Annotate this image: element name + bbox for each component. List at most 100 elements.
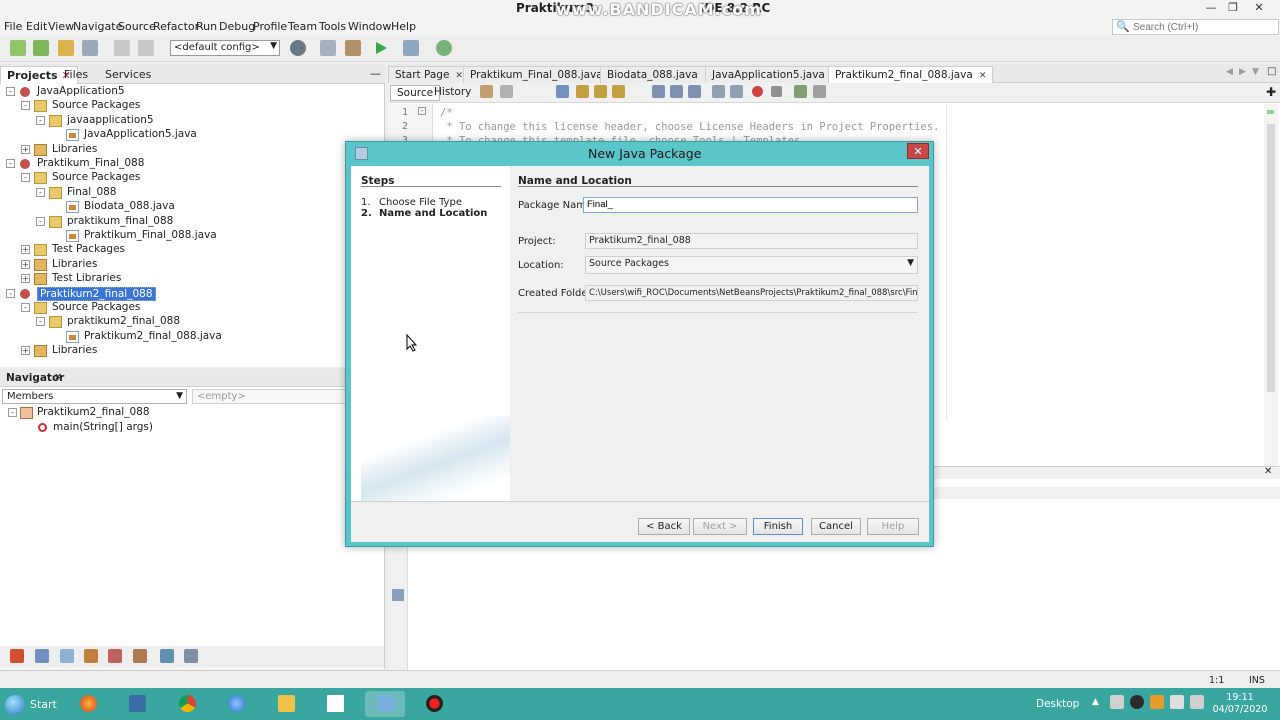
stop-macro-icon[interactable] [771, 86, 782, 97]
menu-profile[interactable]: Profile [253, 20, 287, 33]
menu-debug[interactable]: Debug [219, 20, 255, 33]
inherited-icon[interactable] [108, 649, 122, 663]
fields-icon[interactable] [35, 649, 49, 663]
chromium-taskbar-button[interactable] [216, 691, 256, 717]
tab-biodata[interactable]: Biodata_088.java✕ [600, 66, 719, 83]
last-edit-icon[interactable] [480, 85, 493, 98]
config-select[interactable]: <default config> ▼ [170, 40, 280, 56]
tray-arrow-icon[interactable]: ▲ [1092, 697, 1099, 707]
system-clock[interactable]: 19:11 04/07/2020 [1210, 692, 1270, 716]
firefox-taskbar-button[interactable] [68, 691, 108, 717]
collapse-icon[interactable]: - [21, 173, 30, 183]
editor-scrollbar[interactable] [1264, 104, 1278, 466]
scrollbar-thumb[interactable] [1267, 124, 1275, 392]
expand-icon[interactable]: + [21, 245, 30, 255]
collapse-icon[interactable]: - [6, 87, 15, 96]
uncomment-icon[interactable] [813, 85, 826, 98]
tab-javaapplication5[interactable]: JavaApplication5.java✕ [705, 66, 846, 83]
search-box[interactable]: 🔍 [1112, 19, 1279, 35]
collapse-icon[interactable]: - [6, 159, 15, 168]
profile-icon[interactable] [436, 40, 452, 56]
menu-source[interactable]: Source [118, 20, 156, 33]
undo-icon[interactable] [114, 40, 130, 56]
redo-icon[interactable] [138, 40, 154, 56]
scroll-tabs-right-icon[interactable]: ▶ [1239, 67, 1246, 77]
maximize-icon[interactable]: ❐ [1222, 1, 1244, 15]
code-line-1[interactable]: /* [440, 107, 453, 119]
menu-window[interactable]: Window [348, 20, 391, 33]
open-project-icon[interactable] [58, 40, 74, 56]
app2-taskbar-button[interactable] [117, 691, 157, 717]
expand-icon[interactable]: + [21, 259, 30, 269]
volume-icon[interactable] [1190, 695, 1204, 709]
filter-icon[interactable] [10, 649, 24, 663]
split-editor-icon[interactable]: ✚ [1266, 85, 1276, 99]
tray-icon-app[interactable] [1130, 695, 1144, 709]
build-icon[interactable] [320, 40, 336, 56]
sort-source-icon[interactable] [184, 649, 198, 663]
history-button[interactable]: History [428, 85, 477, 101]
package-name-field[interactable] [583, 197, 918, 213]
tab-files[interactable]: Files [58, 66, 94, 84]
cancel-button[interactable]: Cancel [811, 518, 861, 535]
package-name-input[interactable] [587, 199, 914, 210]
debug-icon[interactable] [403, 40, 419, 56]
collapse-icon[interactable]: - [36, 115, 45, 125]
menu-view[interactable]: View [48, 20, 74, 33]
previous-bookmark-icon[interactable] [652, 85, 665, 98]
find-previous-icon[interactable] [576, 85, 589, 98]
chrome-taskbar-button[interactable] [167, 691, 207, 717]
explorer-taskbar-button[interactable] [266, 691, 306, 717]
shift-left-icon[interactable] [712, 85, 725, 98]
collapse-icon[interactable]: - [36, 216, 45, 226]
sort-name-icon[interactable] [160, 649, 174, 663]
next-button[interactable]: Next > [693, 518, 747, 535]
code-line-2[interactable]: * To change this license header, choose … [440, 121, 939, 133]
toggle-bookmark-icon[interactable] [688, 85, 701, 98]
expand-icon[interactable]: + [21, 274, 30, 284]
back-button[interactable]: < Back [638, 518, 690, 535]
lock-icon[interactable] [84, 649, 98, 663]
menu-team[interactable]: Team [288, 20, 317, 33]
toggle-highlight-icon[interactable] [612, 85, 625, 98]
static-icon[interactable] [60, 649, 74, 663]
clean-build-icon[interactable] [345, 40, 361, 56]
help-button[interactable]: Help [867, 518, 919, 535]
scroll-tabs-left-icon[interactable]: ◀ [1226, 67, 1233, 77]
collapse-icon[interactable]: - [21, 101, 30, 111]
tab-services[interactable]: Services [99, 66, 157, 84]
menu-tools[interactable]: Tools [319, 20, 346, 33]
fold-icon[interactable]: - [418, 107, 426, 115]
network-icon[interactable] [1170, 695, 1184, 709]
collapse-icon[interactable]: - [6, 288, 15, 298]
minimize-icon[interactable]: — [1200, 1, 1222, 15]
tab-praktikum2-final[interactable]: Praktikum2_final_088.java ✕ [828, 66, 994, 83]
find-icon[interactable] [556, 85, 569, 98]
search-input[interactable] [1133, 21, 1273, 33]
tab-list-icon[interactable]: ▼ [1252, 67, 1259, 77]
menu-refactor[interactable]: Refactor [153, 20, 199, 33]
members-select[interactable]: Members ▼ [2, 389, 187, 404]
tray-icon-pen[interactable] [1110, 695, 1124, 709]
new-project-icon[interactable] [33, 40, 49, 56]
collapse-icon[interactable]: - [36, 317, 45, 327]
expand-icon[interactable]: + [21, 144, 30, 154]
close-icon[interactable]: ✕ [1264, 466, 1272, 477]
save-all-icon[interactable] [82, 40, 98, 56]
sort-icon[interactable] [133, 649, 147, 663]
tray-icon-security[interactable] [1150, 695, 1164, 709]
bandicam-taskbar-button[interactable] [414, 691, 454, 717]
maximize-editor-icon[interactable]: □ [1267, 66, 1276, 77]
menu-help[interactable]: Help [391, 20, 416, 33]
comment-icon[interactable] [794, 85, 807, 98]
new-file-icon[interactable] [10, 40, 26, 56]
collapse-icon[interactable]: - [8, 408, 17, 417]
start-button[interactable]: Start [0, 692, 58, 718]
close-window-icon[interactable]: ✕ [1248, 1, 1270, 15]
notepad-taskbar-button[interactable] [315, 691, 355, 717]
tab-start-page[interactable]: Start Page ✕ [388, 66, 470, 83]
build-target-icon[interactable] [290, 40, 306, 56]
start-macro-icon[interactable] [752, 86, 763, 97]
menu-edit[interactable]: Edit [26, 20, 47, 33]
close-icon[interactable]: ✕ [907, 143, 929, 159]
